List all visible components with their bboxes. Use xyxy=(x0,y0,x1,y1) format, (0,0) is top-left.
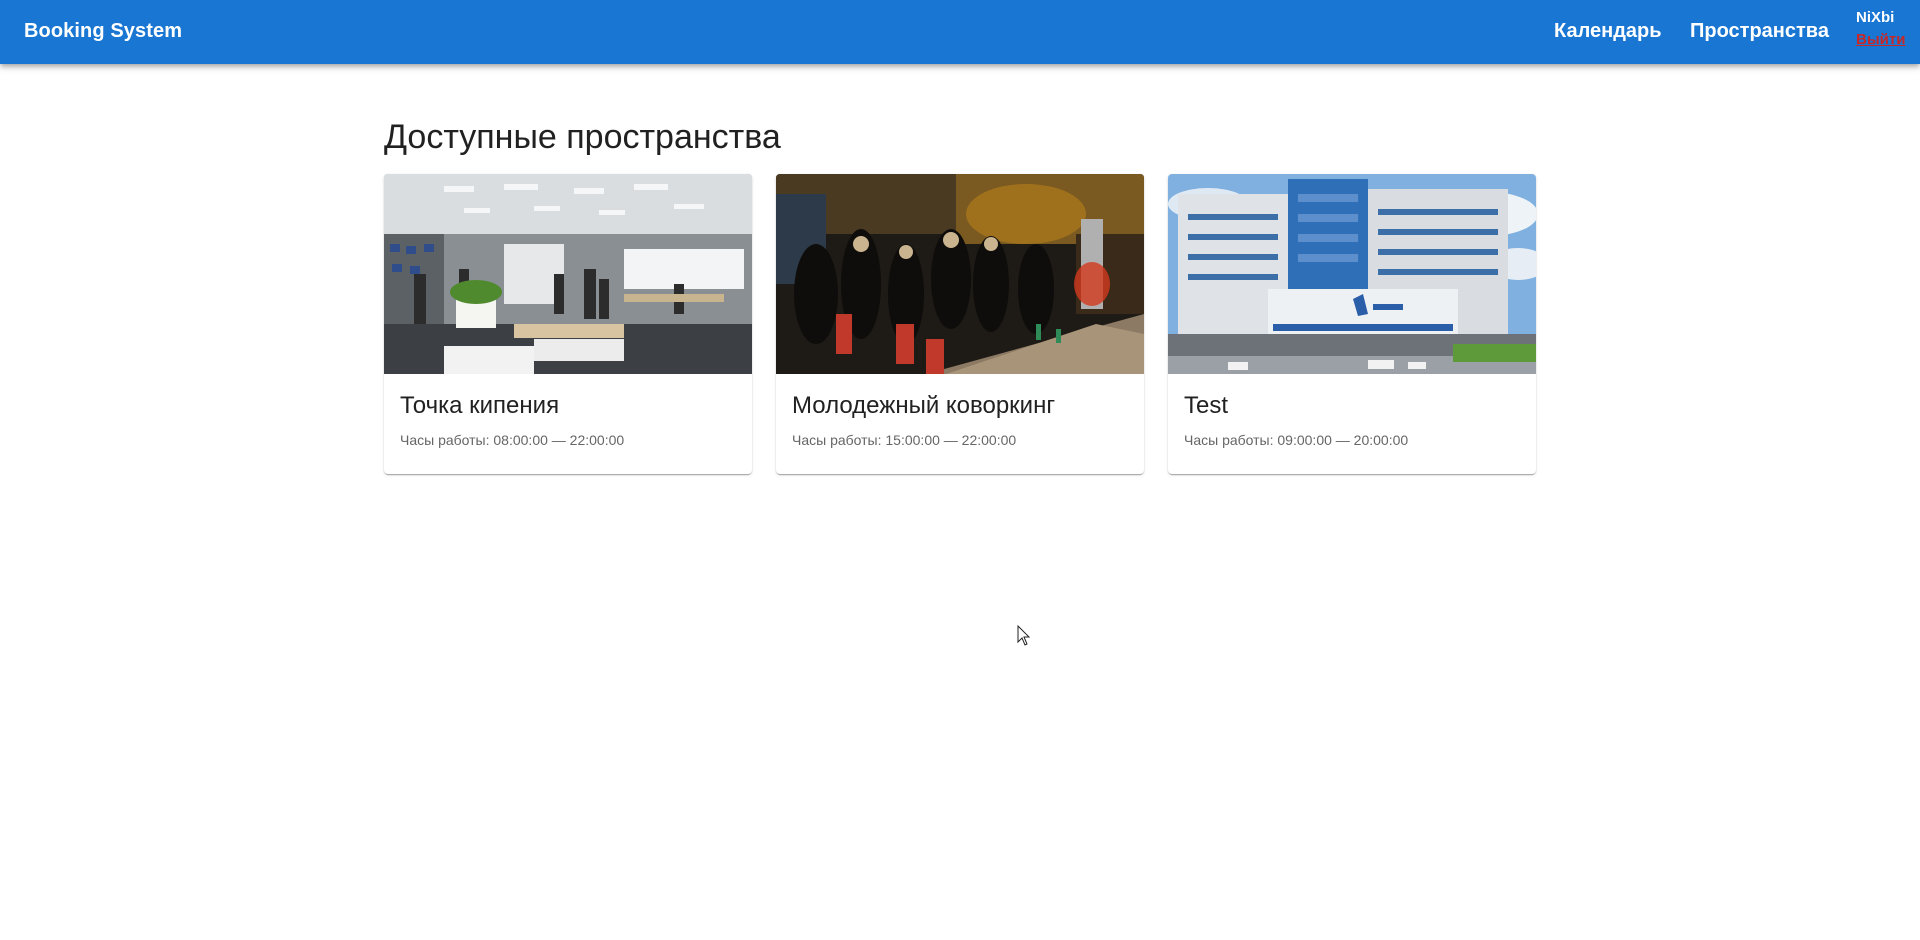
nav-calendar[interactable]: Календарь xyxy=(1554,20,1662,43)
space-name: Test xyxy=(1184,392,1229,419)
space-card[interactable]: Точка кипения Часы работы: 08:00:00 — 22… xyxy=(384,174,752,474)
space-image xyxy=(1168,174,1536,374)
brand-title[interactable]: Booking System xyxy=(24,20,182,43)
logout-link[interactable]: Выйти xyxy=(1856,31,1912,48)
user-block: NiXbi Выйти xyxy=(1856,9,1912,48)
app-bar: Booking System Календарь Пространства Ni… xyxy=(0,0,1920,64)
space-image xyxy=(776,174,1144,374)
space-name: Молодежный коворкинг xyxy=(792,392,1056,419)
space-name: Точка кипения xyxy=(400,392,560,419)
nav-spaces[interactable]: Пространства xyxy=(1690,20,1829,43)
mouse-cursor-icon xyxy=(1017,625,1031,646)
space-hours: Часы работы: 09:00:00 — 20:00:00 xyxy=(1184,432,1409,448)
space-hours: Часы работы: 15:00:00 — 22:00:00 xyxy=(792,432,1017,448)
space-image xyxy=(384,174,752,374)
space-card[interactable]: Test Часы работы: 09:00:00 — 20:00:00 xyxy=(1168,174,1536,474)
page-title: Доступные пространства xyxy=(384,118,781,156)
space-card[interactable]: Молодежный коворкинг Часы работы: 15:00:… xyxy=(776,174,1144,474)
space-hours: Часы работы: 08:00:00 — 22:00:00 xyxy=(400,432,625,448)
username: NiXbi xyxy=(1856,9,1895,26)
